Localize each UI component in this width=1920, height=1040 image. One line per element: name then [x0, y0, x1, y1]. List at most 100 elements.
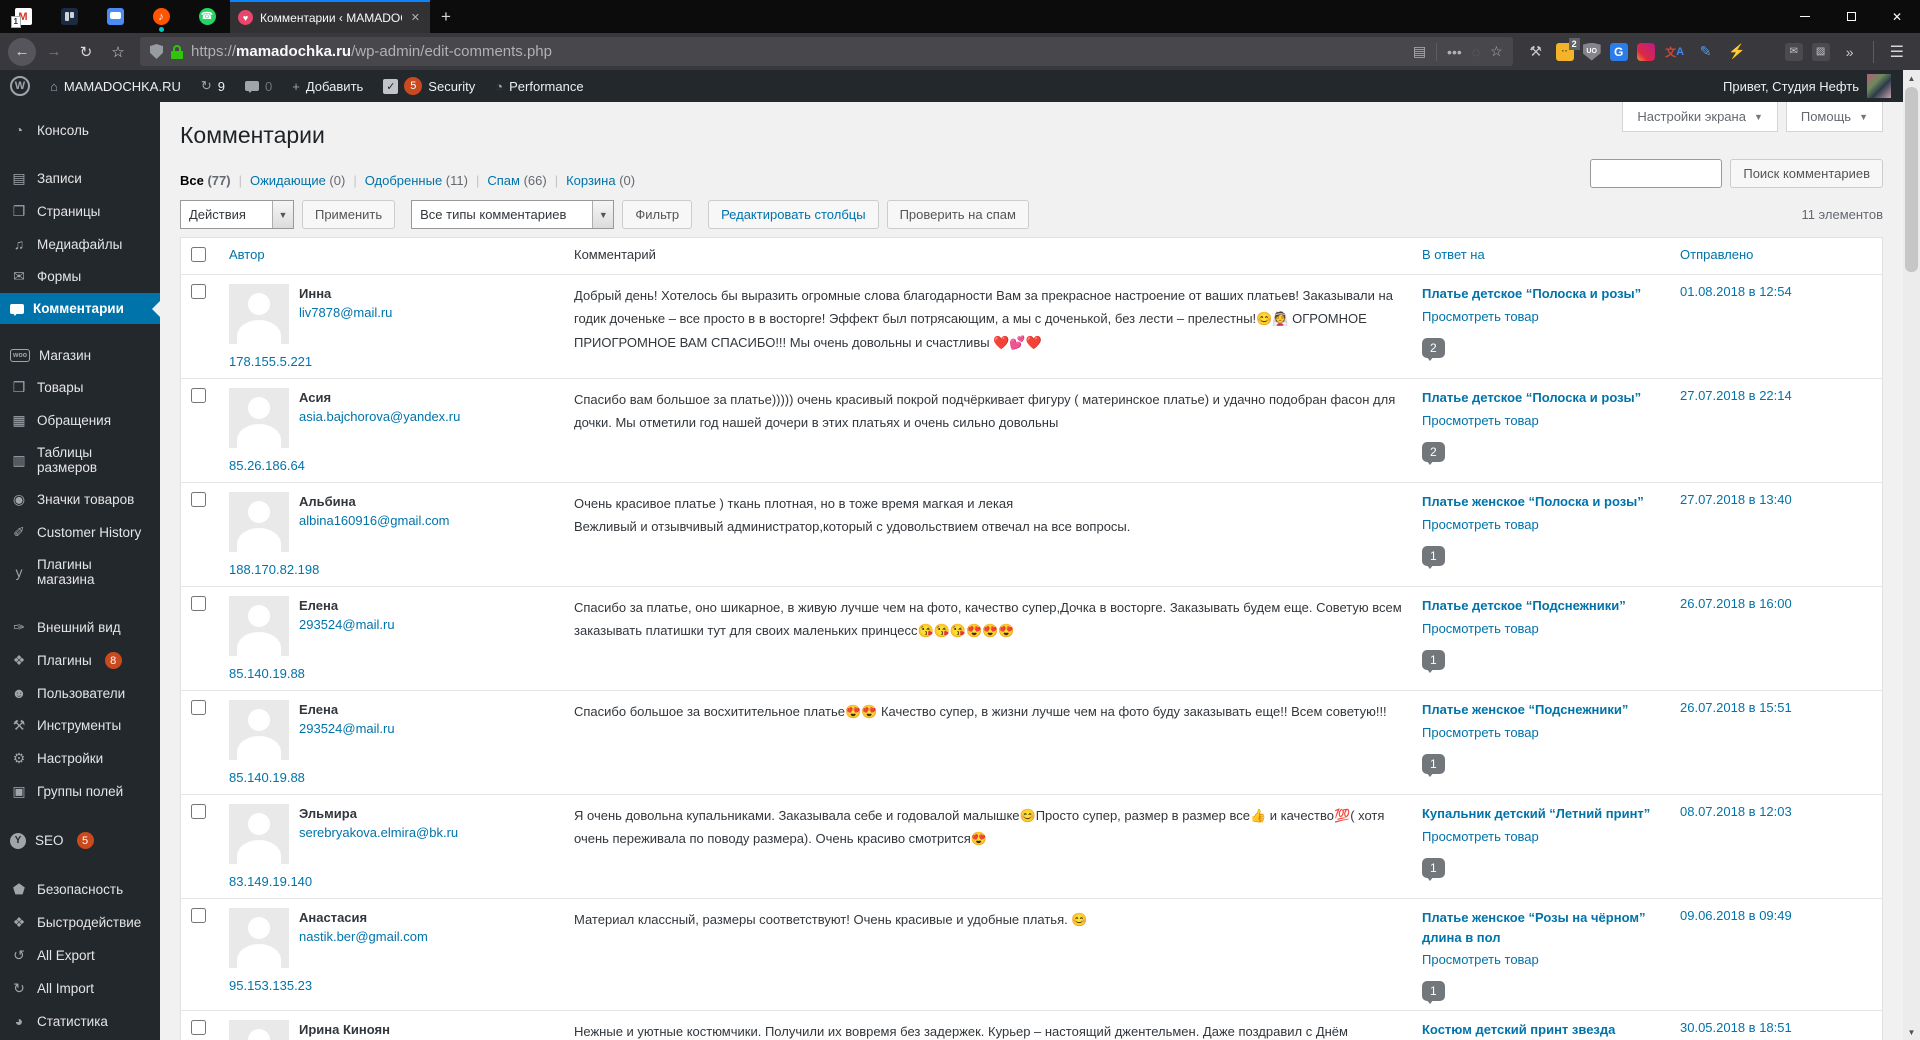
sidebar-item-users[interactable]: ☻ Пользователи [0, 677, 160, 709]
comment-date-link[interactable]: 01.08.2018 в 12:54 [1680, 284, 1792, 299]
bulk-actions-select[interactable]: Действия ▼ [180, 200, 294, 229]
sidebar-item-statistics[interactable]: ◕ Статистика [0, 1005, 160, 1037]
row-checkbox[interactable] [191, 388, 206, 403]
view-product-link[interactable]: Просмотреть товар [1422, 829, 1539, 844]
filter-button[interactable]: Фильтр [622, 200, 693, 229]
active-tab[interactable]: ♥ Комментарии ‹ MAMADOCHK ✕ [230, 0, 430, 33]
comment-date-link[interactable]: 08.07.2018 в 12:03 [1680, 804, 1792, 819]
sidebar-item-all-import[interactable]: ↻ All Import [0, 972, 160, 1005]
wrench-icon[interactable]: ⚒ [1525, 41, 1547, 63]
admin-bar-comments[interactable]: 0 [235, 70, 282, 102]
filter-link-3[interactable]: Спам (66) [487, 173, 546, 188]
comment-date-link[interactable]: 27.07.2018 в 13:40 [1680, 492, 1792, 507]
url-text[interactable]: https://mamadochka.ru/wp-admin/edit-comm… [191, 43, 552, 60]
column-header-author[interactable]: Автор [219, 238, 564, 274]
https-lock-icon[interactable] [171, 44, 183, 59]
author-ip-link[interactable]: 85.26.186.64 [229, 458, 305, 473]
author-ip-link[interactable]: 188.170.82.198 [229, 562, 319, 577]
minimize-button[interactable] [1782, 0, 1828, 33]
scroll-down-icon[interactable]: ▼ [1903, 1024, 1920, 1040]
select-all-checkbox[interactable] [191, 247, 206, 262]
instagram-icon[interactable] [1636, 42, 1655, 61]
view-product-link[interactable]: Просмотреть товар [1422, 413, 1539, 428]
filter-link-2[interactable]: Одобренные (11) [365, 173, 468, 188]
translator-icon[interactable]: 文A [1664, 41, 1686, 63]
sidebar-item-seo[interactable]: Y SEO 5 [0, 824, 160, 857]
sidebar-item-all-export[interactable]: ↺ All Export [0, 939, 160, 972]
sidebar-item-dashboard[interactable]: ◔ Консоль [0, 114, 160, 146]
author-ip-link[interactable]: 85.140.19.88 [229, 770, 305, 785]
photos-icon[interactable]: ▨ [1811, 42, 1830, 61]
comment-date-link[interactable]: 30.05.2018 в 18:51 [1680, 1020, 1792, 1035]
sidebar-item-product-badges[interactable]: ◉ Значки товаров [0, 483, 160, 516]
column-header-submitted[interactable]: Отправлено [1670, 238, 1882, 274]
pinned-tab-music[interactable]: ♪ [138, 0, 184, 33]
pixlr-yellow-icon[interactable]: ·· 2 [1555, 37, 1580, 61]
scrollbar-thumb[interactable] [1905, 87, 1918, 272]
comment-date-link[interactable]: 26.07.2018 в 15:51 [1680, 700, 1792, 715]
admin-bar-site[interactable]: ⌂ MAMADOCHKA.RU [40, 70, 191, 102]
comment-date-link[interactable]: 26.07.2018 в 16:00 [1680, 596, 1792, 611]
view-product-link[interactable]: Просмотреть товар [1422, 725, 1539, 740]
author-ip-link[interactable]: 178.155.5.221 [229, 354, 312, 369]
reply-count-bubble[interactable]: 1 [1422, 753, 1445, 777]
row-checkbox[interactable] [191, 596, 206, 611]
apply-button[interactable]: Применить [301, 200, 396, 229]
pinned-tab-whatsapp[interactable]: ☎ [184, 0, 230, 33]
row-checkbox[interactable] [191, 804, 206, 819]
product-link[interactable]: Купальник детский “Летний принт” [1422, 804, 1660, 824]
sidebar-item-plugins[interactable]: ❖ Плагины 8 [0, 644, 160, 677]
admin-bar-account[interactable]: Привет, Студия Нефть [1711, 74, 1903, 98]
sidebar-item-field-groups[interactable]: ▣ Группы полей [0, 775, 160, 808]
close-button[interactable]: ✕ [1874, 0, 1920, 33]
bookmark-page-star-icon[interactable]: ☆ [1490, 43, 1503, 60]
product-link[interactable]: Платье детское “Полоска и розы” [1422, 388, 1660, 408]
grammarly-icon[interactable]: G [1609, 42, 1628, 61]
new-tab-button[interactable]: + [430, 0, 462, 33]
admin-bar-performance[interactable]: ◔ Performance [485, 70, 593, 102]
view-product-link[interactable]: Просмотреть товар [1422, 517, 1539, 532]
reply-count-bubble[interactable]: 2 [1422, 441, 1445, 465]
admin-bar-updates[interactable]: ↻ 9 [191, 70, 235, 102]
author-email-link[interactable]: nastik.ber@gmail.com [299, 929, 428, 944]
forward-button[interactable]: → [40, 38, 68, 66]
back-button[interactable]: ← [8, 37, 36, 66]
reload-button[interactable]: ↻ [72, 38, 100, 66]
filter-link-all[interactable]: Все (77) [180, 173, 231, 188]
comment-type-select[interactable]: Все типы комментариев ▼ [411, 200, 615, 229]
reply-count-bubble[interactable]: 2 [1422, 337, 1445, 361]
sidebar-item-store[interactable]: woo Магазин [0, 340, 160, 371]
author-email-link[interactable]: 293524@mail.ru [299, 721, 395, 736]
product-link[interactable]: Костюм детский принт звезда [1422, 1020, 1660, 1040]
ublock-origin-icon[interactable]: UO [1582, 42, 1601, 61]
sidebar-item-tools[interactable]: ⚒ Инструменты [0, 709, 160, 742]
sidebar-item-customer-history[interactable]: ✐ Customer History [0, 516, 160, 549]
product-link[interactable]: Платье женское “Подснежники” [1422, 700, 1660, 720]
sidebar-item-settings[interactable]: ⚙ Настройки [0, 742, 160, 775]
pinned-tab-trello[interactable] [46, 0, 92, 33]
view-product-link[interactable]: Просмотреть товар [1422, 621, 1539, 636]
scrollbar[interactable]: ▲ ▼ [1903, 70, 1920, 1040]
row-checkbox[interactable] [191, 700, 206, 715]
author-ip-link[interactable]: 85.140.19.88 [229, 666, 305, 681]
edit-columns-button[interactable]: Редактировать столбцы [708, 200, 879, 229]
author-email-link[interactable]: albina160916@gmail.com [299, 513, 450, 528]
pen-icon[interactable]: ✎ [1695, 41, 1717, 63]
overflow-icon[interactable]: » [1839, 41, 1861, 63]
sidebar-item-size-tables[interactable]: ▥ Таблицы размеров [0, 437, 160, 483]
filter-link-1[interactable]: Ожидающие (0) [250, 173, 345, 188]
product-link[interactable]: Платье детское “Полоска и розы” [1422, 284, 1660, 304]
product-link[interactable]: Платье женское “Розы на чёрном” длина в … [1422, 908, 1660, 947]
column-header-in-reply-to[interactable]: В ответ на [1412, 238, 1670, 274]
scroll-up-icon[interactable]: ▲ [1903, 70, 1920, 86]
maximize-button[interactable] [1828, 0, 1874, 33]
reply-count-bubble[interactable]: 1 [1422, 649, 1445, 673]
author-email-link[interactable]: asia.bajchorova@yandex.ru [299, 409, 460, 424]
reply-count-bubble[interactable]: 1 [1422, 981, 1445, 1004]
author-ip-link[interactable]: 83.149.19.140 [229, 874, 312, 889]
author-email-link[interactable]: liv7878@mail.ru [299, 305, 392, 320]
sidebar-item-performance[interactable]: ❖ Быстродействие [0, 906, 160, 939]
product-link[interactable]: Платье детское “Подснежники” [1422, 596, 1660, 616]
search-input[interactable] [1590, 159, 1723, 188]
help-button[interactable]: Помощь ▼ [1785, 102, 1883, 132]
